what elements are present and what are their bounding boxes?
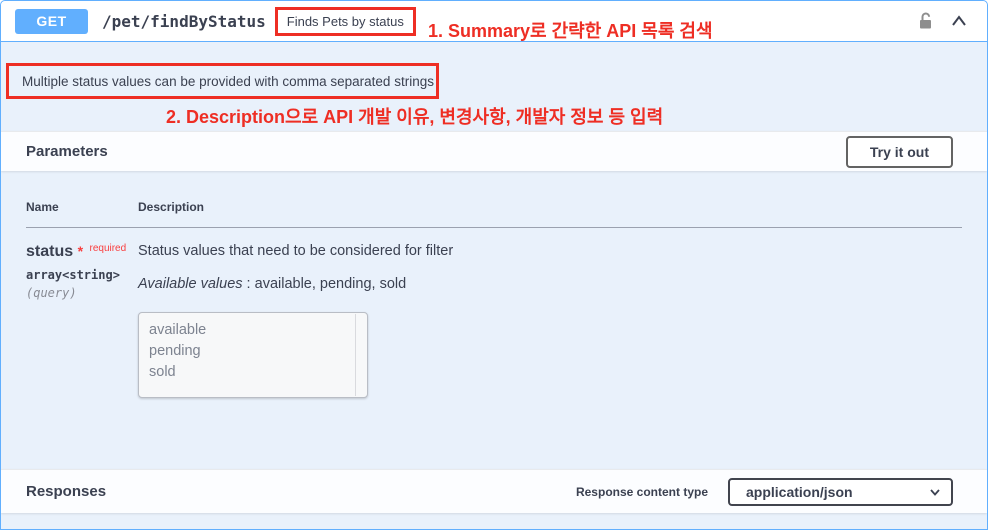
response-content-type-wrap: application/json bbox=[728, 478, 953, 506]
responses-header: Responses Response content type applicat… bbox=[1, 469, 987, 513]
status-multiselect-listbox[interactable]: available pending sold bbox=[138, 312, 368, 398]
response-content-type-label: Response content type bbox=[576, 485, 708, 499]
parameter-name: status bbox=[26, 243, 73, 260]
parameters-table-header: Name Description bbox=[26, 200, 962, 228]
available-values-list: available, pending, sold bbox=[255, 276, 407, 292]
try-it-out-button[interactable]: Try it out bbox=[846, 136, 953, 168]
parameter-description-cell: Status values that need to be considered… bbox=[138, 243, 962, 398]
available-values-separator: : bbox=[243, 276, 255, 292]
endpoint-path[interactable]: /pet/findByStatus bbox=[102, 12, 266, 31]
parameter-description: Status values that need to be considered… bbox=[138, 243, 962, 259]
opblock-get-findbystatus: GET /pet/findByStatus Finds Pets by stat… bbox=[0, 0, 988, 530]
auth-lock-button[interactable] bbox=[913, 9, 937, 33]
annotation-description-note: 2. Description으로 API 개발 이유, 변경사항, 개발자 정보… bbox=[166, 103, 663, 129]
unlocked-padlock-icon bbox=[915, 19, 935, 34]
column-header-description: Description bbox=[138, 200, 204, 214]
parameter-row-status: status * required array<string> (query) … bbox=[26, 228, 962, 398]
responses-title: Responses bbox=[26, 483, 106, 500]
column-header-name: Name bbox=[26, 200, 138, 214]
http-method-badge[interactable]: GET bbox=[15, 9, 88, 34]
parameter-type: array<string> bbox=[26, 268, 138, 282]
parameter-name-cell: status * required array<string> (query) bbox=[26, 243, 138, 398]
parameters-header: Parameters Try it out bbox=[1, 131, 987, 171]
endpoint-summary-text: Finds Pets by status bbox=[287, 14, 404, 29]
required-star: * bbox=[78, 243, 83, 259]
listbox-option-sold[interactable]: sold bbox=[149, 362, 367, 383]
response-content-type-group: Response content type application/json bbox=[576, 478, 953, 506]
parameter-location: (query) bbox=[26, 286, 138, 300]
description-section: Multiple status values can be provided w… bbox=[1, 42, 987, 131]
endpoint-description-text: Multiple status values can be provided w… bbox=[22, 74, 434, 89]
parameters-title: Parameters bbox=[26, 143, 108, 160]
responses-body bbox=[1, 513, 987, 530]
chevron-up-icon bbox=[949, 19, 969, 34]
listbox-option-pending[interactable]: pending bbox=[149, 341, 367, 362]
available-values-label: Available values bbox=[138, 276, 243, 292]
response-content-type-select[interactable]: application/json bbox=[728, 478, 953, 506]
required-label: required bbox=[87, 243, 126, 254]
endpoint-summary-highlight-box: Finds Pets by status bbox=[275, 7, 416, 36]
collapse-button[interactable] bbox=[947, 9, 971, 33]
annotation-summary-note: 1. Summary로 간략한 API 목록 검색 bbox=[428, 17, 713, 43]
listbox-option-available[interactable]: available bbox=[149, 320, 367, 341]
available-values-line: Available values : available, pending, s… bbox=[138, 276, 962, 292]
endpoint-description-highlight-box: Multiple status values can be provided w… bbox=[6, 63, 439, 99]
parameters-table: Name Description status * required array… bbox=[1, 171, 987, 469]
